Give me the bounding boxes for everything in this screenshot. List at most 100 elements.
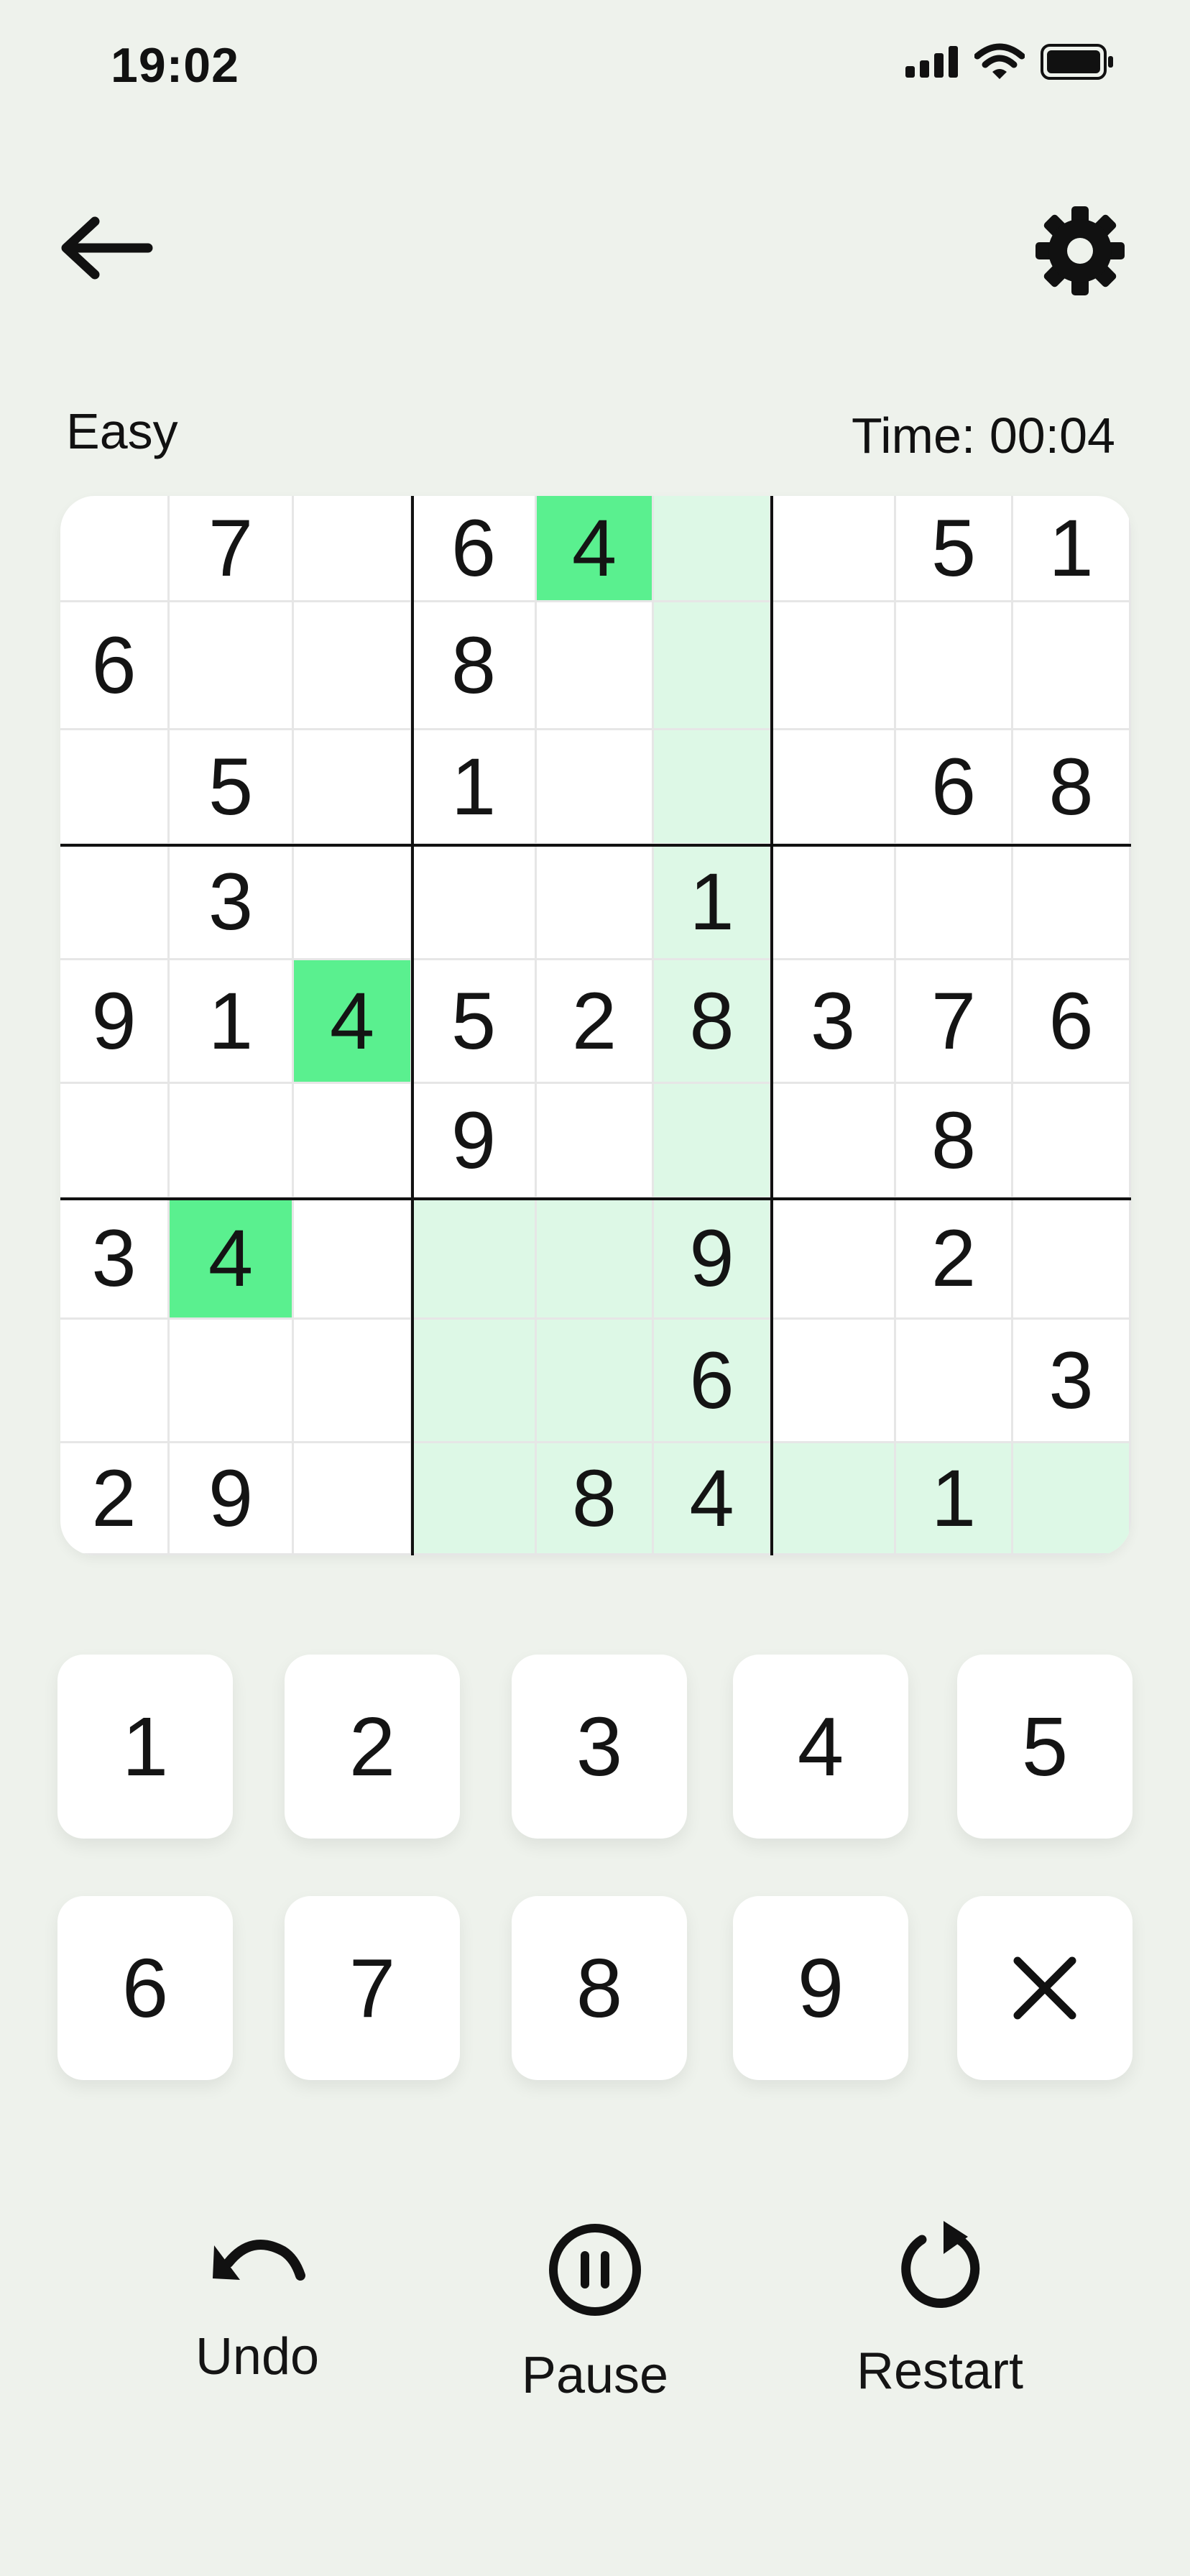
- box-divider-vertical: [770, 496, 773, 1555]
- board-cell-r3-c9[interactable]: 8: [1013, 730, 1131, 845]
- number-key-3[interactable]: 3: [512, 1655, 687, 1839]
- board-cell-r1-c7[interactable]: [772, 496, 896, 602]
- board-cell-r3-c5[interactable]: [537, 730, 654, 845]
- number-key-4[interactable]: 4: [733, 1655, 908, 1839]
- board-cell-r8-c5[interactable]: [537, 1320, 654, 1443]
- board-cell-r8-c4[interactable]: [412, 1320, 537, 1443]
- board-cell-r8-c2[interactable]: [170, 1320, 294, 1443]
- board-cell-r4-c4[interactable]: [412, 845, 537, 960]
- board-cell-r9-c9[interactable]: [1013, 1443, 1131, 1555]
- board-cell-r9-c7[interactable]: [772, 1443, 896, 1555]
- board-cell-r1-c1[interactable]: [60, 496, 170, 602]
- board-cell-r8-c3[interactable]: [294, 1320, 412, 1443]
- board-cell-r5-c9[interactable]: 6: [1013, 960, 1131, 1084]
- board-cell-r7-c6[interactable]: 9: [654, 1199, 772, 1320]
- board-cell-r5-c4[interactable]: 5: [412, 960, 537, 1084]
- board-cell-r3-c2[interactable]: 5: [170, 730, 294, 845]
- undo-button[interactable]: Undo: [149, 2221, 365, 2386]
- board-cell-r4-c9[interactable]: [1013, 845, 1131, 960]
- board-cell-r7-c8[interactable]: 2: [896, 1199, 1013, 1320]
- board-cell-r4-c3[interactable]: [294, 845, 412, 960]
- board-cell-r7-c9[interactable]: [1013, 1199, 1131, 1320]
- number-key-8[interactable]: 8: [512, 1896, 687, 2080]
- board-cell-r5-c1[interactable]: 9: [60, 960, 170, 1084]
- board-cell-r8-c7[interactable]: [772, 1320, 896, 1443]
- board-cell-r8-c9[interactable]: 3: [1013, 1320, 1131, 1443]
- restart-button[interactable]: Restart: [832, 2221, 1048, 2401]
- back-button[interactable]: [57, 208, 165, 288]
- board-cell-r3-c4[interactable]: 1: [412, 730, 537, 845]
- undo-label: Undo: [195, 2328, 320, 2386]
- board-cell-r1-c4[interactable]: 6: [412, 496, 537, 602]
- board-cell-r6-c8[interactable]: 8: [896, 1084, 1013, 1199]
- board-cell-r2-c3[interactable]: [294, 602, 412, 730]
- number-key-6[interactable]: 6: [57, 1896, 233, 2080]
- board-cell-r4-c6[interactable]: 1: [654, 845, 772, 960]
- board-cell-r1-c3[interactable]: [294, 496, 412, 602]
- board-cell-r3-c3[interactable]: [294, 730, 412, 845]
- board-cell-r1-c6[interactable]: [654, 496, 772, 602]
- board-cell-r4-c2[interactable]: 3: [170, 845, 294, 960]
- board-cell-r2-c1[interactable]: 6: [60, 602, 170, 730]
- board-cell-r6-c3[interactable]: [294, 1084, 412, 1199]
- board-cell-r8-c1[interactable]: [60, 1320, 170, 1443]
- board-cell-r3-c7[interactable]: [772, 730, 896, 845]
- board-cell-r2-c7[interactable]: [772, 602, 896, 730]
- board-cell-r6-c7[interactable]: [772, 1084, 896, 1199]
- board-cell-r8-c8[interactable]: [896, 1320, 1013, 1443]
- number-key-5[interactable]: 5: [957, 1655, 1133, 1839]
- board-cell-r1-c9[interactable]: 1: [1013, 496, 1131, 602]
- board-cell-r8-c6[interactable]: 6: [654, 1320, 772, 1443]
- board-cell-r3-c1[interactable]: [60, 730, 170, 845]
- board-cell-r5-c2[interactable]: 1: [170, 960, 294, 1084]
- close-icon: [1013, 1956, 1076, 2020]
- board-cell-r5-c3[interactable]: 4: [294, 960, 412, 1084]
- board-cell-r1-c5[interactable]: 4: [537, 496, 654, 602]
- board-cell-r1-c2[interactable]: 7: [170, 496, 294, 602]
- board-cell-r4-c8[interactable]: [896, 845, 1013, 960]
- pause-button[interactable]: Pause: [487, 2221, 703, 2405]
- number-key-2[interactable]: 2: [285, 1655, 460, 1839]
- settings-button[interactable]: [1030, 201, 1130, 300]
- board-cell-r6-c5[interactable]: [537, 1084, 654, 1199]
- board-cell-r2-c6[interactable]: [654, 602, 772, 730]
- board-cell-r7-c2[interactable]: 4: [170, 1199, 294, 1320]
- number-key-7[interactable]: 7: [285, 1896, 460, 2080]
- number-key-9[interactable]: 9: [733, 1896, 908, 2080]
- board-cell-r9-c4[interactable]: [412, 1443, 537, 1555]
- board-cell-r5-c6[interactable]: 8: [654, 960, 772, 1084]
- board-cell-r2-c5[interactable]: [537, 602, 654, 730]
- board-cell-r7-c4[interactable]: [412, 1199, 537, 1320]
- board-cell-r5-c5[interactable]: 2: [537, 960, 654, 1084]
- gear-icon: [1036, 206, 1125, 295]
- board-cell-r7-c3[interactable]: [294, 1199, 412, 1320]
- board-cell-r2-c9[interactable]: [1013, 602, 1131, 730]
- board-cell-r6-c6[interactable]: [654, 1084, 772, 1199]
- board-cell-r6-c1[interactable]: [60, 1084, 170, 1199]
- board-cell-r2-c2[interactable]: [170, 602, 294, 730]
- board-cell-r6-c4[interactable]: 9: [412, 1084, 537, 1199]
- board-cell-r7-c1[interactable]: 3: [60, 1199, 170, 1320]
- board-cell-r3-c6[interactable]: [654, 730, 772, 845]
- board-cell-r4-c1[interactable]: [60, 845, 170, 960]
- board-cell-r6-c2[interactable]: [170, 1084, 294, 1199]
- board-cell-r9-c8[interactable]: 1: [896, 1443, 1013, 1555]
- board-cell-r5-c8[interactable]: 7: [896, 960, 1013, 1084]
- board-cell-r4-c5[interactable]: [537, 845, 654, 960]
- board-cell-r7-c7[interactable]: [772, 1199, 896, 1320]
- erase-button[interactable]: [957, 1896, 1133, 2080]
- board-cell-r2-c8[interactable]: [896, 602, 1013, 730]
- board-cell-r9-c5[interactable]: 8: [537, 1443, 654, 1555]
- board-cell-r7-c5[interactable]: [537, 1199, 654, 1320]
- board-cell-r1-c8[interactable]: 5: [896, 496, 1013, 602]
- board-cell-r4-c7[interactable]: [772, 845, 896, 960]
- board-cell-r9-c1[interactable]: 2: [60, 1443, 170, 1555]
- board-cell-r9-c3[interactable]: [294, 1443, 412, 1555]
- board-cell-r9-c2[interactable]: 9: [170, 1443, 294, 1555]
- number-key-1[interactable]: 1: [57, 1655, 233, 1839]
- board-cell-r5-c7[interactable]: 3: [772, 960, 896, 1084]
- board-cell-r2-c4[interactable]: 8: [412, 602, 537, 730]
- board-cell-r6-c9[interactable]: [1013, 1084, 1131, 1199]
- board-cell-r9-c6[interactable]: 4: [654, 1443, 772, 1555]
- board-cell-r3-c8[interactable]: 6: [896, 730, 1013, 845]
